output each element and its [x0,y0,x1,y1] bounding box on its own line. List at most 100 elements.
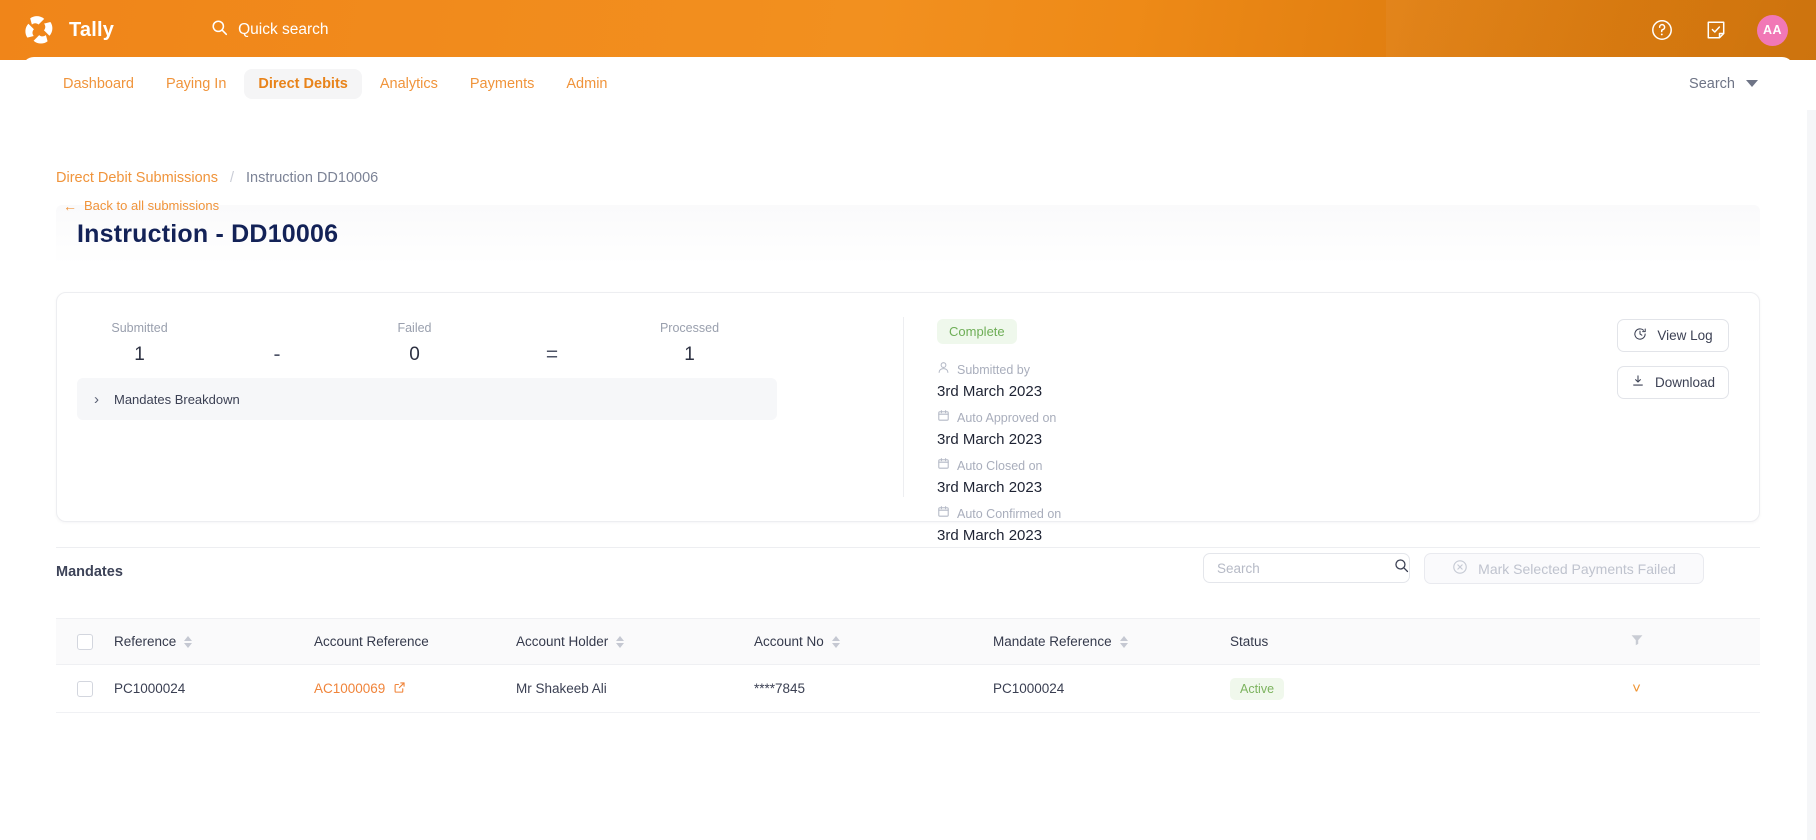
sort-icon[interactable] [184,635,193,648]
chevron-down-icon [1746,80,1758,87]
download-label: Download [1654,375,1716,390]
column-account-reference-label: Account Reference [314,634,429,649]
nav-item-admin[interactable]: Admin [552,69,621,99]
meta-label-submitted-by: Submitted by [957,363,1030,377]
nav-item-analytics[interactable]: Analytics [366,69,452,99]
column-status-label: Status [1230,634,1269,649]
column-account-holder[interactable]: Account Holder [516,634,754,649]
stat-failed-value: 0 [409,344,420,365]
summary-stats-panel: Submitted 1 - Failed 0 = Processed 1 › M… [57,293,903,521]
back-to-submissions-link[interactable]: ← Back to all submissions [63,198,219,213]
page-content: Direct Debit Submissions / Instruction D… [0,110,1816,840]
stat-processed: Processed 1 [607,321,772,366]
column-reference-label: Reference [114,634,177,649]
top-header-bar: Tally Quick search AA [0,0,1816,60]
column-mandate-reference[interactable]: Mandate Reference [993,634,1230,649]
meta-auto-approved: Auto Approved on [937,409,1759,427]
stat-submitted-label: Submitted [111,321,168,335]
user-icon [937,361,950,379]
column-account-holder-label: Account Holder [516,634,609,649]
sort-icon[interactable] [616,635,625,648]
status-badge: Complete [937,319,1017,344]
nav-item-direct-debits[interactable]: Direct Debits [244,68,362,99]
row-select-cell [56,680,114,697]
funnel-filter-icon[interactable] [1630,633,1644,650]
column-account-no[interactable]: Account No [754,634,993,649]
view-log-button[interactable]: View Log [1617,319,1729,352]
column-filter[interactable] [1513,633,1760,650]
stats-row: Submitted 1 - Failed 0 = Processed 1 [57,293,903,367]
select-all-checkbox[interactable] [77,633,93,650]
chevron-down-icon[interactable]: ˅ [1632,680,1641,697]
account-reference-link[interactable]: AC1000069 [314,681,385,696]
cell-mandate-reference: PC1000024 [993,681,1230,696]
stat-processed-value: 1 [684,344,695,365]
nav-item-dashboard[interactable]: Dashboard [49,69,148,99]
breadcrumb: Direct Debit Submissions / Instruction D… [56,170,378,186]
help-icon[interactable] [1649,17,1675,43]
card-actions: View Log Download [1617,319,1729,399]
row-checkbox[interactable] [77,680,93,697]
chevron-right-icon: › [94,390,99,408]
mark-failed-label: Mark Selected Payments Failed [1478,560,1676,577]
column-reference[interactable]: Reference [114,634,314,649]
meta-auto-closed: Auto Closed on [937,457,1759,475]
mandates-table: Reference Account Reference Account Hold… [56,618,1760,713]
cell-account-holder: Mr Shakeeb Ali [516,681,754,696]
mandates-search-box[interactable] [1203,553,1410,583]
nav-item-paying-in[interactable]: Paying In [152,69,240,99]
meta-label-auto-approved: Auto Approved on [957,411,1057,425]
nav-search-label: Search [1689,75,1735,92]
history-clock-icon [1633,327,1647,344]
operator-equals: = [545,343,559,366]
cell-account-reference[interactable]: AC1000069 [314,681,516,697]
page-scrollbar[interactable] [1807,110,1816,840]
main-nav-bar: Dashboard Paying In Direct Debits Analyt… [22,57,1794,110]
download-icon [1631,374,1645,391]
breadcrumb-current: Instruction DD10006 [246,170,379,186]
calendar-icon [937,505,950,523]
stat-submitted: Submitted 1 [57,321,222,366]
external-link-icon[interactable] [393,681,406,697]
mandates-search-input[interactable] [1217,560,1394,576]
mark-selected-payments-failed-button[interactable]: Mark Selected Payments Failed [1424,553,1704,584]
cell-account-holder-value: Mr Shakeeb Ali [516,681,607,696]
nav-tabs: Dashboard Paying In Direct Debits Analyt… [49,68,621,99]
operator-minus: - [273,343,281,366]
column-status: Status [1230,634,1513,649]
mandates-breakdown-toggle[interactable]: › Mandates Breakdown [77,378,777,420]
cell-reference: PC1000024 [114,681,314,696]
cell-expand[interactable]: ˅ [1513,680,1760,697]
column-account-no-label: Account No [754,634,824,649]
select-all-cell [56,633,114,650]
stat-submitted-value: 1 [134,344,145,365]
nav-item-payments[interactable]: Payments [456,69,548,99]
calendar-icon [937,409,950,427]
mandates-breakdown-label: Mandates Breakdown [114,391,240,407]
download-button[interactable]: Download [1617,366,1729,399]
circle-x-icon [1452,559,1468,578]
column-mandate-reference-label: Mandate Reference [993,634,1112,649]
back-link-label: Back to all submissions [84,198,220,213]
stat-failed-label: Failed [397,321,432,335]
brand-logo[interactable]: Tally [22,13,114,47]
tally-logo-icon [22,13,56,47]
nav-search-dropdown[interactable]: Search [1689,76,1758,92]
sort-icon[interactable] [1119,635,1128,648]
breadcrumb-parent-link[interactable]: Direct Debit Submissions [56,170,218,186]
page-title: Instruction - DD10006 [77,220,339,248]
meta-value-auto-closed: 3rd March 2023 [937,479,1043,496]
sort-icon[interactable] [831,635,840,648]
cell-status: Active [1230,677,1513,700]
column-account-reference[interactable]: Account Reference [314,634,516,649]
cell-account-no: ****7845 [754,681,993,696]
section-divider [56,547,1760,548]
table-row[interactable]: PC1000024 AC1000069 Mr Shakeeb Ali ****7… [56,665,1760,713]
note-check-icon[interactable] [1703,17,1729,43]
arrow-left-icon: ← [63,197,77,214]
search-icon[interactable] [1394,558,1409,578]
quick-search[interactable]: Quick search [211,19,329,41]
avatar[interactable]: AA [1757,14,1788,46]
meta-auto-confirmed: Auto Confirmed on [937,505,1759,523]
meta-value-auto-approved: 3rd March 2023 [937,431,1043,448]
